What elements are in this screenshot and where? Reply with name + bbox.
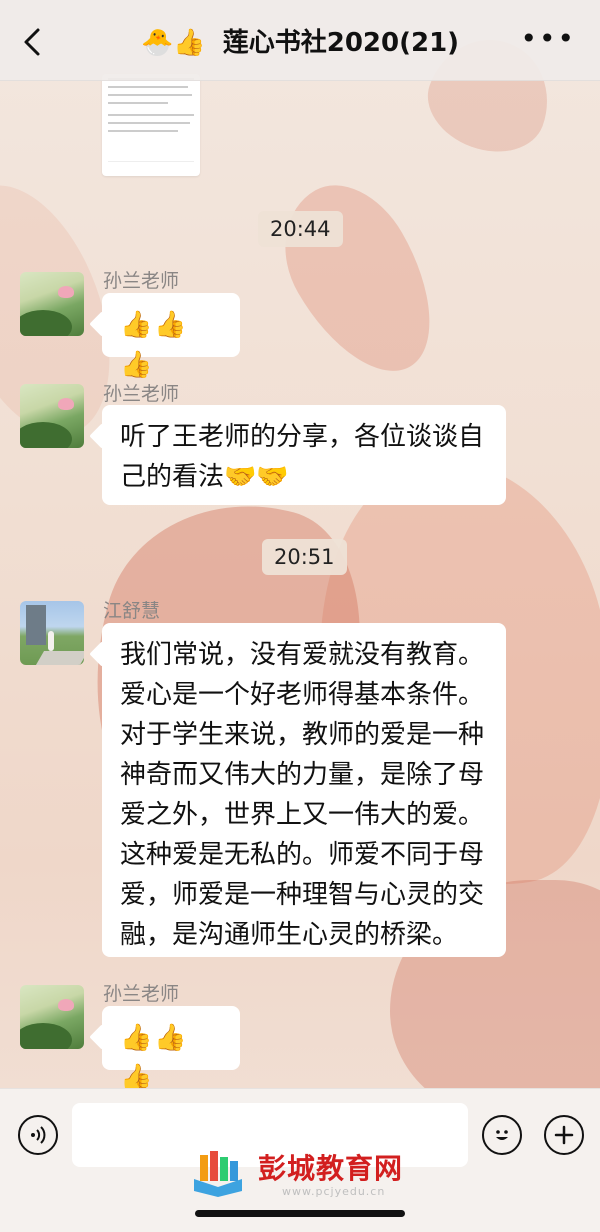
- voice-icon: [31, 1126, 46, 1144]
- sender-name: 孙兰老师: [103, 270, 180, 292]
- message-bubble[interactable]: 👍👍👍: [102, 1006, 240, 1093]
- shared-document-image[interactable]: [102, 74, 200, 176]
- site-watermark: 彭城教育网 www.pcjyedu.cn: [190, 1145, 420, 1205]
- sender-avatar[interactable]: [20, 272, 84, 336]
- smiley-icon: [496, 1130, 508, 1140]
- chat-header: 🐣👍 莲心书社2020(21) •••: [0, 0, 600, 81]
- timestamp: 20:44: [258, 211, 343, 247]
- sender-name: 孙兰老师: [103, 383, 180, 405]
- book-logo-icon: [194, 1151, 242, 1197]
- more-options-button[interactable]: •••: [520, 25, 576, 53]
- message-bubble[interactable]: 听了王老师的分享，各位谈谈自己的看法🤝🤝: [102, 405, 506, 505]
- background-petal: [258, 163, 462, 397]
- message-bubble[interactable]: 我们常说，没有爱就没有教育。爱心是一个好老师得基本条件。对于学生来说，教师的爱是…: [102, 623, 506, 957]
- sender-name: 江舒慧: [103, 600, 161, 622]
- chat-title: 🐣👍 莲心书社2020(21): [0, 22, 600, 59]
- title-emoji: 🐣👍: [140, 28, 206, 58]
- sender-name: 孙兰老师: [103, 983, 180, 1005]
- more-actions-button[interactable]: [544, 1115, 584, 1155]
- emoji-button[interactable]: [482, 1115, 522, 1155]
- sender-avatar[interactable]: [20, 601, 84, 665]
- plus-icon: [554, 1125, 574, 1145]
- sender-avatar[interactable]: [20, 384, 84, 448]
- home-indicator: [195, 1210, 405, 1217]
- voice-input-button[interactable]: [18, 1115, 58, 1155]
- message-bubble[interactable]: 👍👍👍: [102, 293, 240, 380]
- chat-screen: 🐣👍 莲心书社2020(21) ••• 20:44 孙兰老师 👍👍👍 孙兰老师 …: [0, 0, 600, 1232]
- watermark-url: www.pcjyedu.cn: [282, 1185, 386, 1198]
- sender-avatar[interactable]: [20, 985, 84, 1049]
- group-name: 莲心书社2020(21): [222, 28, 460, 58]
- watermark-name: 彭城教育网: [258, 1152, 404, 1185]
- timestamp: 20:51: [262, 539, 347, 575]
